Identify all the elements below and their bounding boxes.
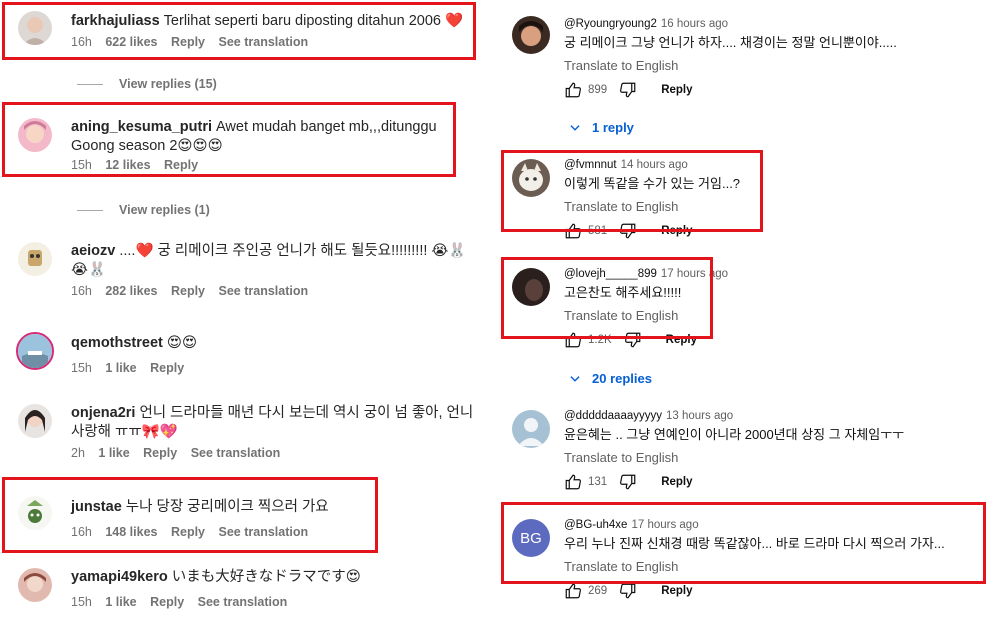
- view-replies-link[interactable]: View replies (15): [77, 77, 217, 91]
- comment-text: 😍😍: [166, 335, 198, 351]
- comment-text: ....❤️ 궁 리메이크 주인공 언니가 해도 될듯요!!!!!!!!! 😭🐰…: [71, 243, 467, 278]
- avatar[interactable]: [512, 16, 550, 54]
- show-replies-button[interactable]: 1 reply: [568, 120, 634, 135]
- chevron-down-icon: [570, 375, 580, 382]
- like-count[interactable]: 1 like: [105, 361, 136, 375]
- highlight-box: [501, 257, 713, 339]
- highlight-box: [2, 2, 476, 60]
- show-replies-button[interactable]: 20 replies: [568, 371, 652, 386]
- like-count: 131: [588, 476, 608, 488]
- reply-button[interactable]: Reply: [150, 595, 184, 609]
- avatar[interactable]: [18, 568, 52, 602]
- username[interactable]: aeiozv: [71, 243, 115, 259]
- thumbs-up-icon[interactable]: [564, 473, 582, 491]
- divider: [77, 209, 103, 211]
- see-translation-link[interactable]: See translation: [191, 446, 281, 460]
- replies-count-label: 20 replies: [592, 371, 652, 386]
- username[interactable]: qemothstreet: [71, 335, 163, 351]
- divider: [77, 83, 103, 85]
- chevron-down-icon: [570, 124, 580, 131]
- youtube-comments-panel: @Ryoungryoung2 16 hours ago 궁 리메이크 그냥 언니가…: [500, 0, 1000, 623]
- comment-time[interactable]: 13 hours ago: [666, 410, 733, 422]
- comment-time: 15h: [71, 361, 92, 375]
- comment-time: 15h: [71, 595, 92, 609]
- instagram-comments-panel: farkhajuliass Terlihat seperti baru dipos…: [0, 0, 490, 623]
- thumbs-down-icon[interactable]: [619, 582, 637, 600]
- comment-text: 윤은혜는 .. 그냥 연예인이 아니라 2000년대 상징 그 자체임ㅜㅜ: [564, 427, 905, 442]
- highlight-box: [501, 150, 763, 232]
- comment-time: 2h: [71, 446, 85, 460]
- comment-author[interactable]: @Ryoungryoung2: [564, 18, 657, 30]
- comment-time: 16h: [71, 284, 92, 298]
- thumbs-down-icon[interactable]: [619, 473, 637, 491]
- avatar[interactable]: [18, 242, 52, 276]
- like-count: 899: [588, 84, 608, 96]
- reply-button[interactable]: Reply: [661, 84, 692, 96]
- thumbs-up-icon[interactable]: [564, 582, 582, 600]
- reply-button[interactable]: Reply: [143, 446, 177, 460]
- thumbs-up-icon[interactable]: [564, 81, 582, 99]
- like-count[interactable]: 282 likes: [105, 284, 157, 298]
- translate-link[interactable]: Translate to English: [564, 58, 990, 73]
- comment-text: いまも大好きなドラマです😍: [171, 569, 361, 585]
- view-replies-label: View replies (1): [119, 203, 210, 217]
- like-count[interactable]: 1 like: [98, 446, 129, 460]
- avatar[interactable]: [18, 404, 52, 438]
- comment-text: 궁 리메이크 그냥 언니가 하자.... 채경이는 정말 언니뿐이야.....: [564, 35, 897, 50]
- avatar[interactable]: [16, 332, 54, 370]
- view-replies-label: View replies (15): [119, 77, 217, 91]
- comment-author[interactable]: @dddddaaaayyyyy: [564, 410, 662, 422]
- translate-link[interactable]: Translate to English: [564, 450, 990, 465]
- comment-time[interactable]: 16 hours ago: [661, 18, 728, 30]
- like-count: 269: [588, 585, 608, 597]
- view-replies-link[interactable]: View replies (1): [77, 203, 210, 217]
- see-translation-link[interactable]: See translation: [219, 284, 309, 298]
- highlight-box: [2, 102, 456, 177]
- thumbs-down-icon[interactable]: [619, 81, 637, 99]
- reply-button[interactable]: Reply: [661, 585, 692, 597]
- see-translation-link[interactable]: See translation: [198, 595, 288, 609]
- reply-button[interactable]: Reply: [661, 476, 692, 488]
- username[interactable]: yamapi49kero: [71, 569, 168, 585]
- highlight-box: [2, 477, 378, 553]
- replies-count-label: 1 reply: [592, 120, 634, 135]
- highlight-box: [501, 502, 986, 584]
- avatar[interactable]: [512, 410, 550, 448]
- reply-button[interactable]: Reply: [150, 361, 184, 375]
- reply-button[interactable]: Reply: [171, 284, 205, 298]
- username[interactable]: onjena2ri: [71, 405, 135, 421]
- like-count[interactable]: 1 like: [105, 595, 136, 609]
